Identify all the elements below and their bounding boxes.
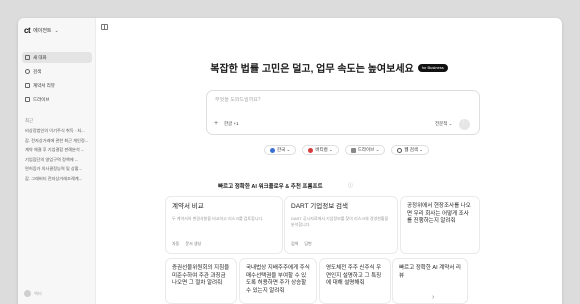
sidebar-item-label: 계약서 리뷰 (33, 82, 55, 88)
chip-label: 웹 검색 ⌄ (404, 147, 424, 152)
hero: 복잡한 법률 고민은 덜고, 업무 속도는 높여보세요 for Business (96, 60, 562, 75)
page-title: 복잡한 법률 고민은 덜고, 업무 속도는 높여보세요 (210, 64, 414, 75)
attach-plus-icon[interactable]: + (214, 120, 218, 127)
chip-web-search[interactable]: 웹 검색 ⌄ (391, 145, 430, 155)
recent-item[interactable]: 기업집단의 영업구역 정책에 ... (23, 155, 91, 165)
language-selector[interactable]: 한글 +1 (224, 121, 239, 127)
card-title: 증권선물위원회의 지침을 미준수하여 주관 과징금 나오면 그 절차 알려줘 (172, 265, 230, 286)
card-meta: 자동 문서 생성 (172, 241, 201, 247)
card-desc: 두 계약서의 변경사항을 비교하고 리스크를 검토합니다. (172, 215, 264, 221)
document-icon (25, 83, 30, 88)
brand-logo: ct (24, 26, 31, 35)
new-chat-icon (25, 55, 30, 60)
sidebar-item-label: 검색 (33, 68, 42, 74)
sidebar: ct 에이전트 ⌄ 새 대화 검색 계약서 리뷰 드라이브 최근 비상장법인의 … (18, 18, 96, 304)
vertical-icon (308, 147, 314, 153)
main-area: 복잡한 법률 고민은 덜고, 업무 속도는 높여보세요 for Business… (96, 18, 562, 304)
meta-tag: 답변 (304, 241, 312, 246)
sidebar-item-new-chat[interactable]: 새 대화 (22, 52, 92, 63)
prompt-box: + 한글 +1 전문적 ⌄ (206, 90, 480, 135)
flag-icon (270, 147, 275, 153)
workspace-switcher[interactable]: ct 에이전트 ⌄ (24, 26, 59, 35)
sidebar-nav: 새 대화 검색 계약서 리뷰 드라이브 (22, 52, 92, 108)
section-title: 빠르고 정확한 AI 워크플로우 & 추천 프롬프트 (218, 184, 323, 190)
card-title: 영도체전 주주 신주식 우연인지 설명하고 그 특징에 대해 설명해줘 (326, 265, 382, 286)
sidebar-item-contract-review[interactable]: 계약서 리뷰 (22, 80, 92, 91)
chip-label: 버티컬 ⌄ (315, 147, 333, 152)
prompt-card[interactable]: 국내법상 지배주주에게 주식매수선택권을 부여할 수 있도록 허용하면 주가 상… (239, 258, 317, 304)
sidebar-item-search[interactable]: 검색 (22, 66, 92, 77)
card-title: 계약서 비교 (172, 203, 204, 210)
card-title: 공정위에서 현장조사를 나오면 우리 회사는 어떻게 조사를 진행하는지 알려줘 (407, 203, 471, 224)
chip-vertical[interactable]: 버티컬 ⌄ (302, 145, 339, 155)
chip-drive[interactable]: 드라이브 ⌄ (344, 145, 386, 155)
card-title: 빠르고 정확한 AI 계약서 리뷰 (399, 265, 461, 279)
user-name: 엑터 (34, 290, 42, 296)
sidebar-item-label: 드라이브 (33, 96, 50, 102)
chevron-right-icon[interactable]: › (432, 294, 434, 301)
recent-heading: 최근 (25, 118, 34, 123)
card-title: DART 기업정보 검색 (291, 203, 348, 210)
recent-item[interactable]: 계약 체결 후 기업결합 판례분석 ... (23, 145, 91, 155)
meta-tag: 자동 (172, 241, 180, 246)
send-button[interactable] (459, 119, 470, 130)
sidebar-item-drive[interactable]: 드라이브 (22, 94, 92, 105)
app-window: ct 에이전트 ⌄ 새 대화 검색 계약서 리뷰 드라이브 최근 비상장법인의 … (18, 18, 562, 304)
mode-selector[interactable]: 전문적 ⌄ (435, 121, 452, 127)
prompt-input[interactable] (215, 97, 415, 103)
avatar (24, 290, 31, 297)
meta-tag: 검색 (291, 241, 299, 246)
recent-item[interactable]: 면허증가 의사결정능력 및 상황... (23, 164, 91, 174)
recent-item[interactable]: 갑. 그래버티 전자상거래조례계... (23, 174, 91, 184)
chip-label: 한국 ⌄ (277, 147, 291, 152)
business-badge: for Business (417, 63, 448, 72)
sidebar-toggle-icon[interactable] (101, 24, 108, 30)
search-icon (25, 69, 30, 74)
globe-icon (397, 147, 403, 153)
recent-item[interactable]: 갑. 전자상거래에 관한 최근 개인정... (23, 136, 91, 146)
recent-list: 비상장법인의 이기주식 취득 · 처... 갑. 전자상거래에 관한 최근 개인… (23, 126, 91, 183)
user-profile[interactable]: 엑터 (24, 290, 42, 297)
folder-icon (350, 147, 356, 153)
prompt-card[interactable]: 영도체전 주주 신주식 우연인지 설명하고 그 특징에 대해 설명해줘 (319, 258, 391, 304)
workflow-card[interactable]: DART 기업정보 검색 DART 공시자료에서 기업정보를 찾아 리스크와 경… (284, 196, 398, 254)
prompt-card[interactable]: 증권선물위원회의 지침을 미준수하여 주관 과징금 나오면 그 절차 알려줘 (165, 258, 237, 304)
chip-label: 드라이브 ⌄ (357, 147, 380, 152)
workspace-name: 에이전트 (33, 28, 52, 34)
card-meta: 검색 답변 (291, 241, 312, 247)
meta-tag: 문서 생성 (185, 241, 202, 246)
chevron-down-icon: ⌄ (54, 27, 59, 34)
chip-region[interactable]: 한국 ⌄ (264, 145, 297, 155)
recent-item[interactable]: 비상장법인의 이기주식 취득 · 처... (23, 126, 91, 136)
workflow-card[interactable]: 계약서 비교 두 계약서의 변경사항을 비교하고 리스크를 검토합니다. 자동 … (165, 196, 283, 254)
card-title: 국내법상 지배주주에게 주식매수선택권을 부여할 수 있도록 허용하면 주가 상… (246, 265, 310, 294)
prompt-card[interactable]: 공정위에서 현장조사를 나오면 우리 회사는 어떻게 조사를 진행하는지 알려줘 (400, 196, 480, 254)
folder-icon (25, 97, 30, 102)
sidebar-item-label: 새 대화 (33, 54, 47, 60)
info-icon[interactable]: ⓘ (348, 182, 353, 189)
card-desc: DART 공시자료에서 기업정보를 찾아 리스크와 경영현황을 분석합니다. (291, 215, 389, 227)
source-chips: 한국 ⌄ 버티컬 ⌄ 드라이브 ⌄ 웹 검색 ⌄ (264, 145, 430, 155)
prompt-card[interactable]: 빠르고 정확한 AI 계약서 리뷰 (392, 258, 468, 304)
